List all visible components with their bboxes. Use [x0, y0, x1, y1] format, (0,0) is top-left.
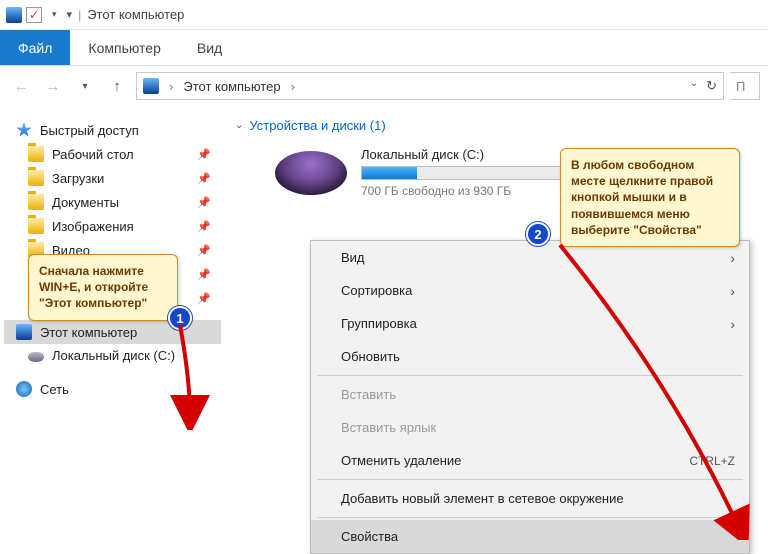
badge-1: 1	[168, 306, 192, 330]
window-title: Этот компьютер	[87, 7, 184, 22]
drive-usage-bar	[361, 166, 581, 180]
section-header-devices[interactable]: ⌄ Устройства и диски (1)	[235, 114, 758, 137]
ribbon-tab-computer[interactable]: Компьютер	[70, 30, 178, 65]
ctx-undo-delete[interactable]: Отменить удаление CTRL+Z	[311, 444, 749, 477]
sidebar-item-pictures[interactable]: Изображения 📌	[4, 214, 221, 238]
menu-separator	[317, 375, 743, 376]
ribbon-tab-view[interactable]: Вид	[179, 30, 240, 65]
breadcrumb-root[interactable]: Этот компьютер	[183, 79, 280, 94]
ctx-label: Группировка	[341, 316, 417, 331]
ribbon: Файл Компьютер Вид	[0, 30, 768, 66]
callout-text: В любом свободном месте щелкните правой …	[571, 158, 713, 237]
chevron-right-icon: ›	[730, 250, 735, 266]
navbar: ← → ▾ ↑ › Этот компьютер › ⌄ ↻ П	[0, 66, 768, 106]
ctx-label: Обновить	[341, 349, 400, 364]
sidebar-item-downloads[interactable]: Загрузки 📌	[4, 166, 221, 190]
pin-icon: 📌	[197, 220, 211, 233]
drive-info: Локальный диск (C:) 700 ГБ свободно из 9…	[361, 147, 581, 198]
ctx-shortcut: CTRL+Z	[689, 454, 735, 468]
callout-text: Сначала нажмите WIN+E, и откройте "Этот …	[39, 264, 148, 310]
sidebar-quick-access[interactable]: Быстрый доступ	[4, 118, 221, 142]
drive-icon	[275, 151, 347, 195]
quick-access-toolbar: ✓ ▾ ▾	[26, 7, 72, 23]
sidebar-label: Сеть	[40, 382, 69, 397]
sidebar-label: Этот компьютер	[40, 325, 137, 340]
breadcrumb-sep-icon: ›	[169, 79, 173, 94]
ctx-label: Отменить удаление	[341, 453, 461, 468]
computer-icon	[16, 324, 32, 340]
sidebar-item-label: Изображения	[52, 219, 134, 234]
ctx-paste: Вставить	[311, 378, 749, 411]
qat-overflow-icon[interactable]: ▾	[67, 8, 73, 21]
menu-separator	[317, 479, 743, 480]
drive-usage-fill	[362, 167, 417, 179]
chevron-down-icon: ⌄	[235, 120, 243, 131]
section-header-label: Устройства и диски (1)	[249, 118, 385, 133]
ctx-label: Сортировка	[341, 283, 412, 298]
ctx-add-network[interactable]: Добавить новый элемент в сетевое окружен…	[311, 482, 749, 515]
ctx-label: Добавить новый элемент в сетевое окружен…	[341, 491, 624, 506]
folder-icon	[28, 146, 44, 162]
ribbon-file-tab[interactable]: Файл	[0, 30, 70, 65]
nav-history-dropdown[interactable]: ▾	[72, 73, 98, 99]
context-menu: Вид › Сортировка › Группировка › Обновить В…	[310, 240, 750, 554]
drive-name: Локальный диск (C:)	[361, 147, 581, 162]
ctx-sort[interactable]: Сортировка ›	[311, 274, 749, 307]
ctx-refresh[interactable]: Обновить	[311, 340, 749, 373]
folder-icon	[28, 170, 44, 186]
sidebar-item-label: Документы	[52, 195, 119, 210]
titlebar: ✓ ▾ ▾ | Этот компьютер	[0, 0, 768, 30]
search-input[interactable]: П	[730, 72, 760, 100]
callout-1: Сначала нажмите WIN+E, и откройте "Этот …	[28, 254, 178, 321]
qat-checkbox-icon[interactable]: ✓	[26, 7, 42, 23]
callout-2: В любом свободном месте щелкните правой …	[560, 148, 740, 247]
sidebar-item-label: Локальный диск (C:)	[52, 348, 175, 363]
chevron-right-icon: ›	[730, 316, 735, 332]
folder-icon	[28, 194, 44, 210]
qat-dropdown-icon[interactable]: ▾	[52, 9, 57, 20]
ctx-label: Вставить ярлык	[341, 420, 436, 435]
address-dropdown-icon[interactable]: ⌄	[690, 78, 698, 94]
breadcrumb-sep-icon: ›	[291, 79, 295, 94]
badge-2: 2	[526, 222, 550, 246]
ctx-label: Вид	[341, 250, 365, 265]
sidebar-item-label: Рабочий стол	[52, 147, 134, 162]
nav-back-button[interactable]: ←	[8, 73, 34, 99]
ctx-label: Вставить	[341, 387, 396, 402]
nav-up-button[interactable]: ↑	[104, 73, 130, 99]
network-icon	[16, 381, 32, 397]
pin-icon: 📌	[197, 268, 211, 281]
ctx-label: Свойства	[341, 529, 398, 544]
pin-icon: 📌	[197, 172, 211, 185]
sidebar-item-desktop[interactable]: Рабочий стол 📌	[4, 142, 221, 166]
ctx-group[interactable]: Группировка ›	[311, 307, 749, 340]
computer-icon	[6, 7, 22, 23]
nav-forward-button[interactable]: →	[40, 73, 66, 99]
pin-icon: 📌	[197, 196, 211, 209]
ctx-properties[interactable]: Свойства	[311, 520, 749, 553]
sidebar-label: Быстрый доступ	[40, 123, 139, 138]
sidebar-local-disk[interactable]: Локальный диск (C:)	[4, 344, 221, 367]
drive-free-text: 700 ГБ свободно из 930 ГБ	[361, 184, 581, 198]
address-bar[interactable]: › Этот компьютер › ⌄ ↻	[136, 72, 724, 100]
pin-icon: 📌	[197, 148, 211, 161]
menu-separator	[317, 517, 743, 518]
ctx-paste-shortcut: Вставить ярлык	[311, 411, 749, 444]
pin-icon: 📌	[197, 244, 211, 257]
sidebar-item-label: Загрузки	[52, 171, 104, 186]
sidebar-network[interactable]: Сеть	[4, 377, 221, 401]
pin-icon: 📌	[197, 292, 211, 305]
sidebar-item-documents[interactable]: Документы 📌	[4, 190, 221, 214]
titlebar-separator: |	[78, 8, 81, 22]
address-icon	[143, 78, 159, 94]
refresh-icon[interactable]: ↻	[706, 78, 717, 94]
chevron-right-icon: ›	[730, 283, 735, 299]
star-icon	[16, 122, 32, 138]
disk-icon	[28, 352, 44, 362]
sidebar: Быстрый доступ Рабочий стол 📌 Загрузки 📌 Д…	[0, 106, 225, 550]
folder-icon	[28, 218, 44, 234]
